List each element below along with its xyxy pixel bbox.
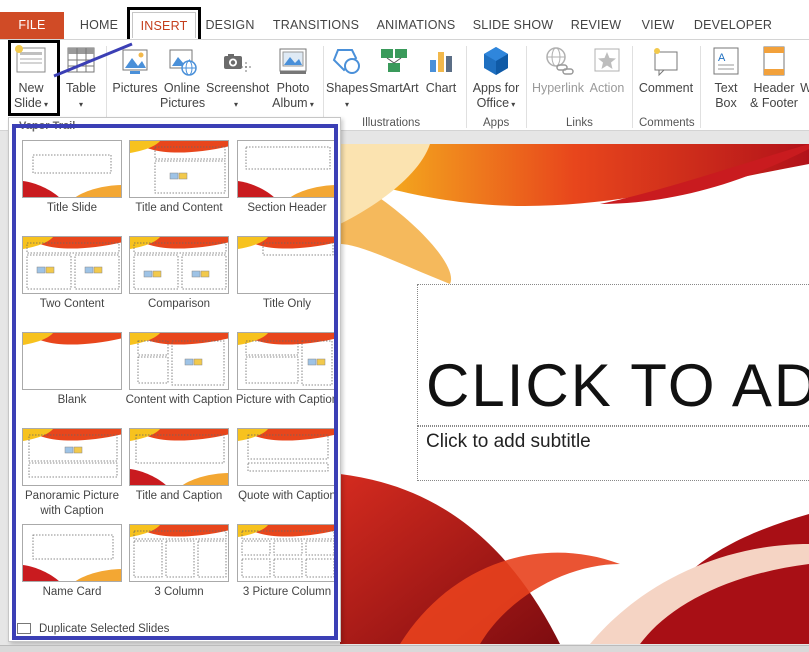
layout-two-content[interactable]: Two Content [18, 236, 126, 312]
layout-thumbnail [22, 524, 122, 582]
layout-label: Content with Caption [125, 394, 233, 406]
layout-thumbnail [237, 332, 337, 390]
layout-label: Two Content [39, 298, 105, 310]
title-placeholder[interactable]: CLICK TO ADD [417, 284, 809, 426]
layout-thumbnail [237, 140, 337, 198]
layout-3-picture-column[interactable]: 3 Picture Column [233, 524, 341, 600]
layout-comparison[interactable]: Comparison [125, 236, 233, 312]
layout-label: Title and Content [135, 202, 223, 214]
layout-thumbnail [22, 332, 122, 390]
subtitle-placeholder-text: Click to add subtitle [426, 431, 591, 452]
layout-content-with-caption[interactable]: Content with Caption [125, 332, 233, 408]
layout-title-and-caption[interactable]: Title and Caption [125, 428, 233, 504]
layout-thumbnail [237, 236, 337, 294]
layout-thumbnail [129, 140, 229, 198]
layout-label: Title and Caption [135, 490, 223, 502]
layout-label: Comparison [148, 298, 210, 310]
layout-label: 3 Picture Column [242, 586, 332, 598]
layout-label: Panoramic Picture with Caption [25, 490, 119, 517]
layout-label: 3 Column [154, 586, 204, 598]
duplicate-selected-slides-item[interactable]: Duplicate Selected Slides [17, 623, 169, 635]
layout-thumbnail [237, 428, 337, 486]
layout-label: Title Only [262, 298, 312, 310]
layout-name-card[interactable]: Name Card [18, 524, 126, 600]
layout-thumbnail [129, 332, 229, 390]
layout-thumbnail [22, 236, 122, 294]
layout-thumbnail [129, 428, 229, 486]
layout-label: Title Slide [46, 202, 98, 214]
layout-picture-with-caption[interactable]: Picture with Caption [233, 332, 341, 408]
layout-label: Quote with Caption [238, 490, 336, 502]
layout-title-only[interactable]: Title Only [233, 236, 341, 312]
duplicate-slides-icon [17, 623, 31, 635]
layout-title-slide[interactable]: Title Slide [18, 140, 126, 216]
layout-label: Name Card [42, 586, 102, 598]
status-bar-strip [0, 645, 809, 652]
layout-thumbnail [237, 524, 337, 582]
slide-canvas[interactable]: CLICK TO ADD Click to add subtitle [340, 144, 809, 644]
layout-panoramic-picture-with-caption[interactable]: Panoramic Picture with Caption [18, 428, 126, 519]
layout-thumbnail [22, 428, 122, 486]
title-placeholder-text: CLICK TO ADD [426, 352, 809, 419]
layout-thumbnail [22, 140, 122, 198]
layout-title-and-content[interactable]: Title and Content [125, 140, 233, 216]
layout-blank[interactable]: Blank [18, 332, 126, 408]
subtitle-placeholder[interactable]: Click to add subtitle [417, 426, 809, 481]
layout-section-header[interactable]: Section Header [233, 140, 341, 216]
duplicate-slides-label: Duplicate Selected Slides [39, 623, 170, 635]
layout-label: Section Header [247, 202, 327, 214]
new-slide-layout-gallery: Vapor Trail Title Slide Title and Content… [8, 117, 341, 642]
layout-thumbnail [129, 236, 229, 294]
layout-quote-with-caption[interactable]: Quote with Caption [233, 428, 341, 504]
layout-thumbnail [129, 524, 229, 582]
layout-label: Blank [57, 394, 87, 406]
layout-label: Picture with Caption [235, 394, 339, 406]
gallery-theme-heading: Vapor Trail [19, 120, 76, 132]
layout-3-column[interactable]: 3 Column [125, 524, 233, 600]
